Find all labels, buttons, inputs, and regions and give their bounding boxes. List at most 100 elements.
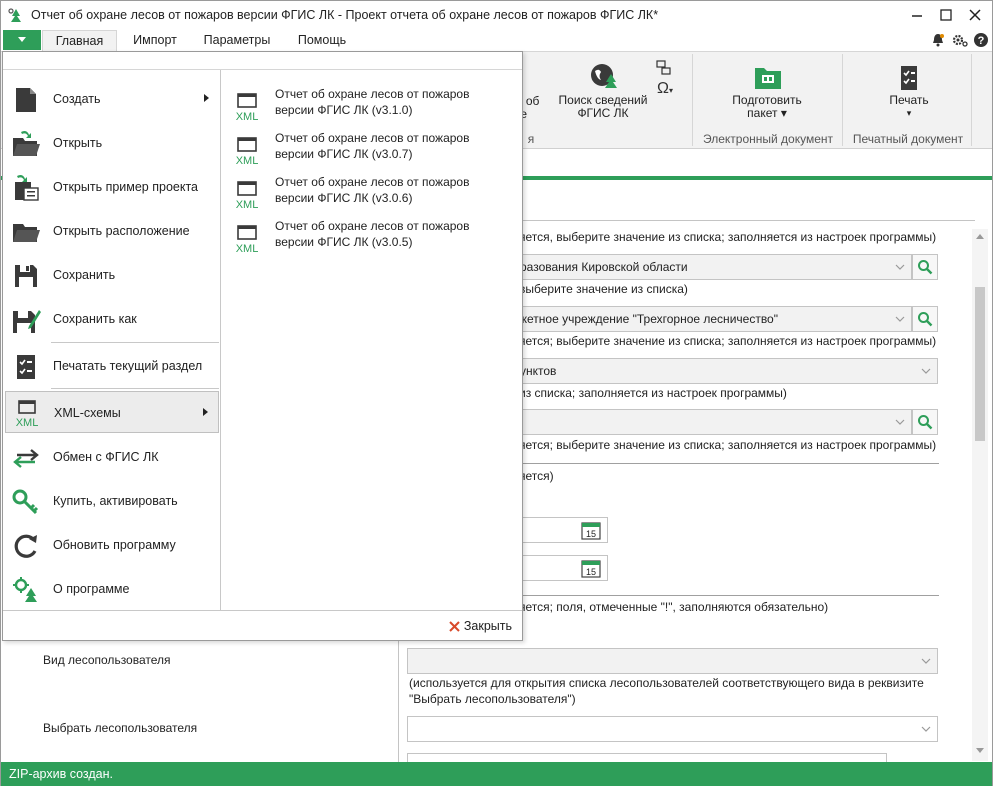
print-section-icon <box>17 355 35 379</box>
svg-text:15: 15 <box>586 567 596 577</box>
prepare-package-label-2: пакет ▾ <box>747 106 787 120</box>
open-example-icon <box>15 175 39 201</box>
xml-file-icon: XML <box>236 137 259 166</box>
field-hint: яется; выберите значение из списка; запо… <box>519 334 937 348</box>
scroll-down-arrow-icon[interactable] <box>975 747 985 755</box>
tab-home[interactable]: Главная <box>42 30 117 51</box>
minimize-button[interactable] <box>903 5 931 25</box>
forestry-combo-value: джетное учреждение "Трехгорное лесничест… <box>512 312 778 326</box>
calendar-icon[interactable]: 15 <box>581 521 601 540</box>
choose-user-combo[interactable] <box>407 716 938 742</box>
calendar-icon[interactable]: 15 <box>581 559 601 578</box>
submenu-item-line1: Отчет об охране лесов от пожаров <box>275 219 470 233</box>
search-button[interactable] <box>912 409 938 435</box>
settings-gear-icon[interactable] <box>951 32 969 48</box>
close-menu-button[interactable]: Закрыть <box>449 619 512 633</box>
open-folder-icon <box>13 131 40 156</box>
tab-import[interactable]: Импорт <box>123 30 187 51</box>
save-as-icon <box>13 310 41 333</box>
close-menu-label: Закрыть <box>463 619 512 633</box>
chevron-down-icon <box>18 37 26 42</box>
prepare-package-button[interactable]: Подготовить пакет ▾ <box>721 56 813 126</box>
tab-parameters[interactable]: Параметры <box>197 30 277 51</box>
submenu-item-line2: версии ФГИС ЛК (v3.0.5) <box>275 235 413 249</box>
menu-item-create[interactable]: Создать <box>5 78 219 120</box>
svg-text:XML: XML <box>236 111 259 122</box>
menu-item-about[interactable]: О программе <box>5 568 219 610</box>
submenu-item-v310[interactable]: XML Отчет об охране лесов от пожаров верс… <box>231 86 521 130</box>
notification-bell-icon[interactable] <box>930 32 946 48</box>
window-title: Отчет об охране лесов от пожаров версии … <box>31 8 659 22</box>
close-window-button[interactable] <box>961 5 989 25</box>
ribbon-separator <box>971 54 972 146</box>
field-hint: яется) <box>519 469 554 483</box>
menu-bar: Главная Импорт Параметры Помощь ? <box>1 29 992 51</box>
backstage-header <box>3 52 522 70</box>
ribbon-separator <box>842 54 843 146</box>
print-button[interactable]: Печать ▾ <box>867 56 951 126</box>
menu-item-open-location[interactable]: Открыть расположение <box>5 210 219 252</box>
user-type-combo[interactable] <box>407 648 938 674</box>
package-folder-icon <box>755 68 781 89</box>
points-combo-value: унктов <box>520 364 557 378</box>
maximize-button[interactable] <box>932 5 960 25</box>
new-document-icon <box>16 88 36 112</box>
status-bar: ZIP-архив создан. <box>1 762 992 786</box>
svg-text:XML: XML <box>236 199 259 210</box>
scroll-up-arrow-icon[interactable] <box>975 232 985 240</box>
search-button[interactable] <box>912 254 938 280</box>
group-electronic-document: Электронный документ <box>702 132 834 146</box>
menu-separator <box>51 342 219 343</box>
submenu-arrow-icon <box>203 408 208 416</box>
menu-item-save-as[interactable]: Сохранить как <box>5 298 219 340</box>
chevron-down-icon <box>921 368 931 374</box>
svg-text:?: ? <box>978 35 985 47</box>
divider <box>521 595 939 596</box>
search-fgis-button[interactable]: Поиск сведений ФГИС ЛК <box>553 56 653 126</box>
status-text: ZIP-архив создан. <box>9 767 113 781</box>
submenu-item-line1: Отчет об охране лесов от пожаров <box>275 131 470 145</box>
ribbon-separator <box>692 54 693 146</box>
menu-item-update[interactable]: Обновить программу <box>5 524 219 566</box>
tab-help[interactable]: Помощь <box>289 30 355 51</box>
menu-item-exchange[interactable]: Обмен с ФГИС ЛК <box>5 436 219 478</box>
submenu-item-line1: Отчет об охране лесов от пожаров <box>275 175 470 189</box>
ribbon-partial-group: я <box>527 132 535 146</box>
field-hint: (используется для открытия списка лесопо… <box>409 676 924 690</box>
menu-item-buy-activate[interactable]: Купить, активировать <box>5 480 219 522</box>
search-icon <box>918 415 933 430</box>
help-icon[interactable]: ? <box>973 32 989 48</box>
scrollbar-thumb[interactable] <box>975 287 985 441</box>
submenu-item-v307[interactable]: XML Отчет об охране лесов от пожаров верс… <box>231 130 521 174</box>
screens-icon[interactable] <box>656 60 672 76</box>
file-menu-button[interactable] <box>3 30 41 50</box>
submenu-item-v306[interactable]: XML Отчет об охране лесов от пожаров верс… <box>231 174 521 218</box>
submenu-item-v305[interactable]: XML Отчет об охране лесов от пожаров верс… <box>231 218 521 262</box>
chevron-down-icon <box>921 658 931 664</box>
key-icon <box>12 489 39 515</box>
xml-file-icon: XML <box>236 93 259 122</box>
folder-icon <box>13 224 40 242</box>
menu-item-open-example[interactable]: Открыть пример проекта <box>5 166 219 208</box>
symbol-omega-icon[interactable]: Ω▾ <box>657 80 673 98</box>
menu-item-open[interactable]: Открыть <box>5 122 219 164</box>
svg-text:15: 15 <box>586 529 596 539</box>
divider <box>521 220 975 221</box>
print-label: Печать <box>889 93 929 107</box>
refresh-icon <box>14 534 37 558</box>
svg-text:XML: XML <box>236 243 259 254</box>
svg-text:XML: XML <box>236 155 259 166</box>
search-button[interactable] <box>912 306 938 332</box>
backstage-footer: Закрыть <box>3 610 522 640</box>
choose-user-label: Выбрать лесопользователя <box>43 721 198 735</box>
submenu-arrow-icon <box>204 94 209 102</box>
backstage-menu-list: Создать Открыть Открыть пример проекта О… <box>3 70 221 610</box>
vertical-scrollbar[interactable] <box>972 229 988 761</box>
chevron-down-icon <box>921 726 931 732</box>
menu-item-xml-schemas[interactable]: XML XML-схемы <box>5 391 219 433</box>
menu-item-print-section[interactable]: Печатать текущий раздел <box>5 345 219 387</box>
menu-item-save[interactable]: Сохранить <box>5 254 219 296</box>
field-hint: "Выбрать лесопользователя") <box>409 692 576 706</box>
submenu-item-line2: версии ФГИС ЛК (v3.1.0) <box>275 103 413 117</box>
submenu-item-line2: версии ФГИС ЛК (v3.0.6) <box>275 191 413 205</box>
